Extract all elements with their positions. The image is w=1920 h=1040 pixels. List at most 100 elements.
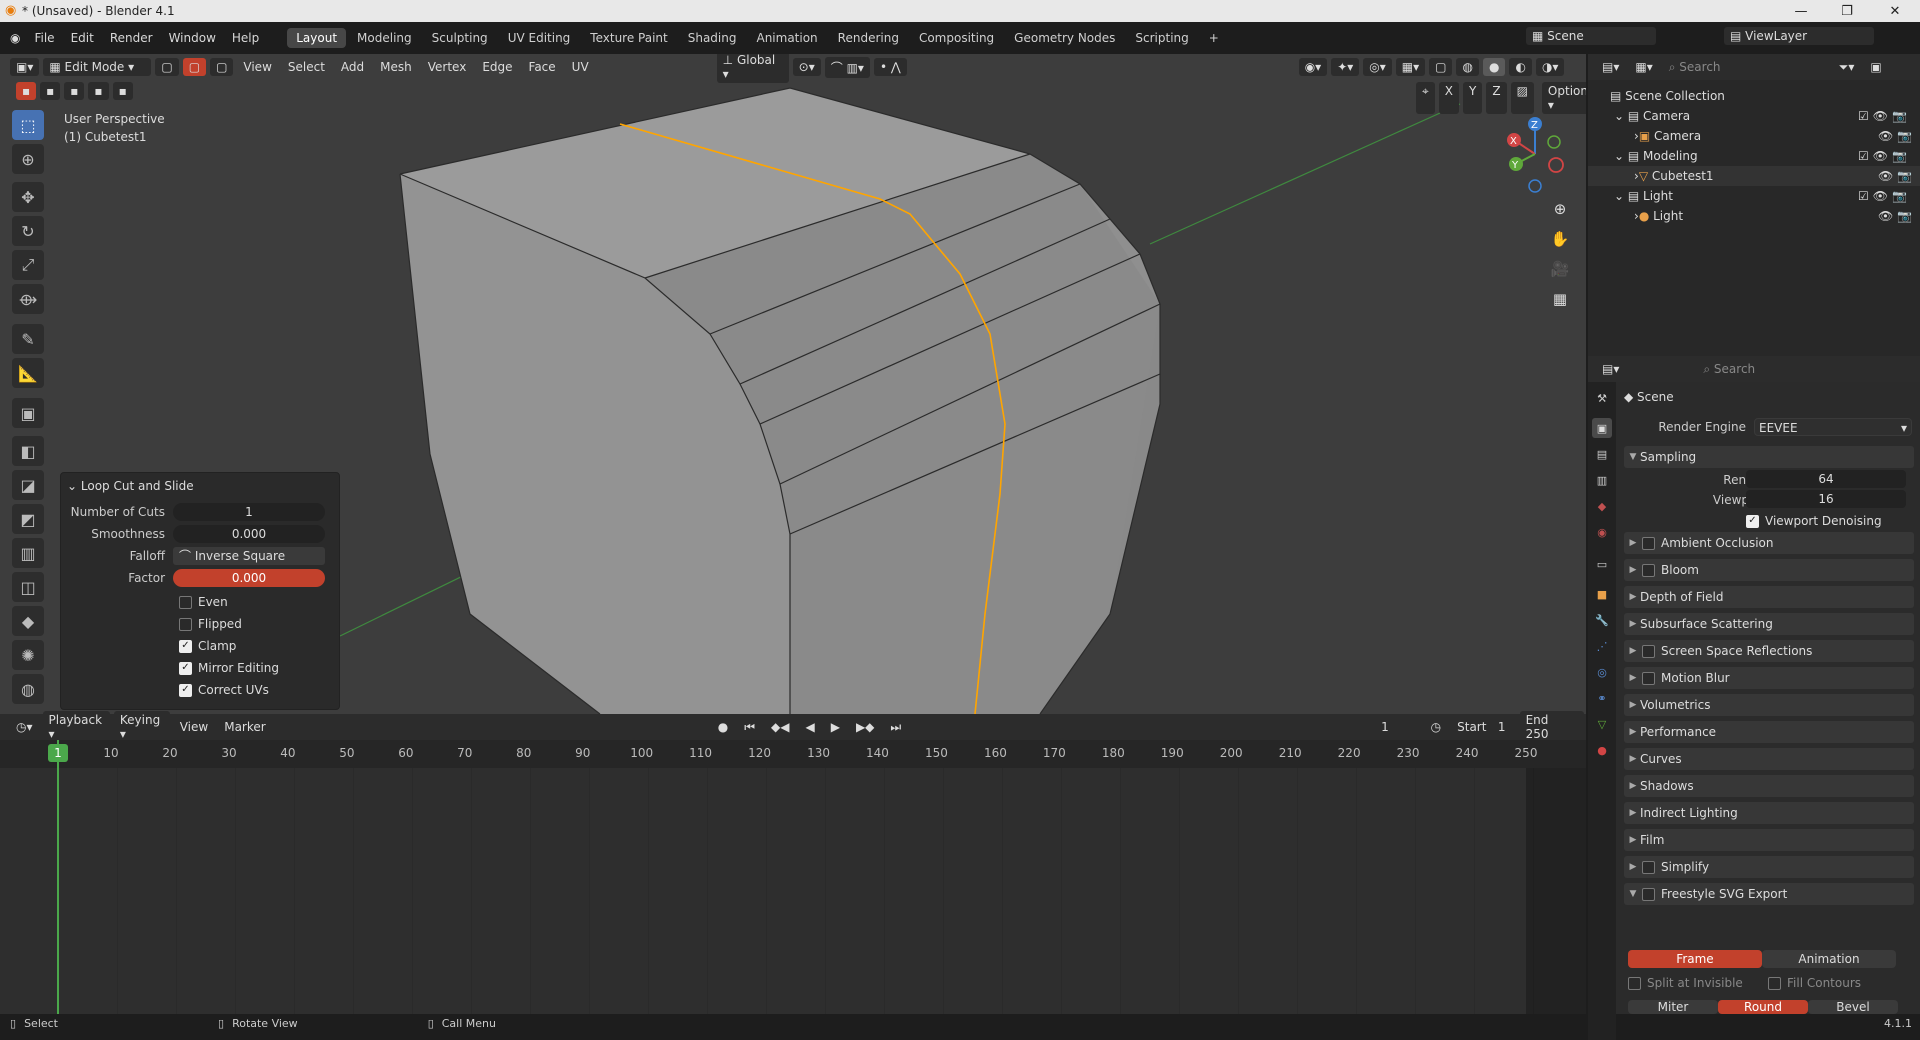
smoothness-field[interactable]: 0.000 — [173, 525, 325, 543]
select-intersect-icon[interactable]: ▪ — [112, 82, 133, 100]
snap-icon[interactable]: ⌒ ▥▾ — [824, 56, 870, 78]
output-tab-icon[interactable]: ▤ — [1592, 444, 1612, 464]
rotate-tool-icon[interactable]: ↻ — [12, 216, 44, 246]
cursor-tool-icon[interactable]: ⊕ — [12, 144, 44, 174]
orientation-selector[interactable]: ⊥ Global ▾ — [716, 54, 789, 83]
mirror-x-toggle[interactable]: X — [1438, 82, 1459, 114]
scene-selector[interactable]: ▦ Scene — [1526, 27, 1656, 45]
move-tool-icon[interactable]: ✥ — [12, 182, 44, 212]
smooth-tool-icon[interactable]: ◍ — [12, 674, 44, 704]
bevel-tool-icon[interactable]: ◩ — [12, 504, 44, 534]
object-tab-icon[interactable]: ■ — [1592, 584, 1612, 604]
panel-screen-space-reflections[interactable]: ▶ Screen Space Reflections — [1624, 640, 1914, 662]
clamp-check-box[interactable]: ✓ — [179, 639, 192, 653]
panel-enable-checkbox[interactable] — [1642, 536, 1655, 550]
flipped-check-box[interactable] — [179, 617, 192, 631]
editor-type-icon[interactable]: ▣▾ — [10, 58, 40, 76]
outliner-row-cubetest1[interactable]: › ▽ Cubetest1 👁📷 — [1588, 166, 1920, 186]
menu-render[interactable]: Render — [102, 31, 161, 45]
panel-bloom[interactable]: ▶ Bloom — [1624, 559, 1914, 581]
freestyle-frame-button[interactable]: Frame — [1628, 950, 1762, 968]
viewport-denoising-checkbox[interactable]: ✓ Viewport Denoising — [1746, 514, 1882, 528]
scene-tab-icon[interactable]: ◆ — [1592, 496, 1612, 516]
modeling-collection-toggles[interactable]: ☑👁📷 — [1858, 149, 1911, 163]
maximize-icon[interactable]: ❐ — [1824, 0, 1870, 22]
3d-viewport[interactable]: ▣▾ ▦ Edit Mode ▾ ▢ ▢ ▢ View Select Add M… — [0, 54, 1586, 714]
panel-enable-checkbox[interactable] — [1642, 563, 1655, 577]
panel-volumetrics[interactable]: ▶ Volumetrics — [1624, 694, 1914, 716]
tab-rendering[interactable]: Rendering — [829, 28, 908, 48]
menu-window[interactable]: Window — [161, 31, 224, 45]
annotate-tool-icon[interactable]: ✎ — [12, 324, 44, 354]
flipped-checkbox[interactable]: Flipped — [179, 617, 242, 631]
mirror-editing-check-box[interactable]: ✓ — [179, 661, 192, 675]
material-tab-icon[interactable]: ● — [1592, 740, 1612, 760]
timeline-view-menu[interactable]: View — [172, 720, 216, 734]
mirror-icon[interactable]: ⌖ — [1416, 82, 1435, 114]
add-workspace-button[interactable]: + — [1200, 28, 1228, 48]
panel-performance[interactable]: ▶ Performance — [1624, 721, 1914, 743]
spin-tool-icon[interactable]: ✺ — [12, 640, 44, 670]
mesh-overlay-icon[interactable]: ▦▾ — [1395, 58, 1426, 76]
pan-icon[interactable]: ✋ — [1548, 224, 1572, 254]
light-collection-toggles[interactable]: ☑👁📷 — [1858, 189, 1911, 203]
render-tab-icon[interactable]: ▣ — [1592, 418, 1612, 438]
select-invert-icon[interactable]: ▪ — [88, 82, 109, 100]
play-icon[interactable]: ▶ — [824, 718, 846, 736]
panel-enable-checkbox[interactable] — [1642, 887, 1655, 901]
particles-tab-icon[interactable]: ⋰ — [1592, 636, 1612, 656]
sampling-viewport-field[interactable]: 16 — [1746, 490, 1906, 508]
camera-view-icon[interactable]: 🎥 — [1548, 254, 1572, 284]
tab-geometry-nodes[interactable]: Geometry Nodes — [1005, 28, 1124, 48]
ortho-toggle-icon[interactable]: ▦ — [1548, 284, 1572, 314]
panel-shadows[interactable]: ▶ Shadows — [1624, 775, 1914, 797]
fill-contours-check-box[interactable] — [1768, 976, 1781, 990]
options-button[interactable]: Options ▾ — [1541, 82, 1586, 114]
preview-range-icon[interactable]: ◷ — [1424, 718, 1448, 736]
camera-collection-toggles[interactable]: ☑👁📷 — [1858, 109, 1911, 123]
mirror-y-toggle[interactable]: Y — [1463, 82, 1483, 114]
add-cube-tool-icon[interactable]: ▣ — [12, 398, 44, 428]
number-of-cuts-field[interactable]: 1 — [173, 503, 325, 521]
outliner-search-input[interactable]: ⌕ Search — [1662, 57, 1775, 77]
select-box-tool-icon[interactable]: ⬚ — [12, 110, 44, 140]
playhead[interactable] — [57, 740, 59, 1014]
tab-scripting[interactable]: Scripting — [1126, 28, 1197, 48]
outliner-row-light-collection[interactable]: ⌄ ▤ Light ☑👁📷 — [1588, 186, 1920, 206]
menu-file[interactable]: File — [26, 31, 62, 45]
menu-mesh[interactable]: Mesh — [372, 60, 420, 74]
loop-cut-tool-icon[interactable]: ▥ — [12, 538, 44, 568]
pivot-icon[interactable]: ⊙▾ — [792, 58, 821, 76]
falloff-dropdown[interactable]: ⌒ Inverse Square — [173, 547, 325, 565]
minimize-icon[interactable]: — — [1778, 0, 1824, 22]
constraints-tab-icon[interactable]: ⚭ — [1592, 688, 1612, 708]
mirror-z-toggle[interactable]: Z — [1486, 82, 1507, 114]
start-frame-field[interactable]: Start 1 — [1451, 718, 1516, 736]
tab-uv-editing[interactable]: UV Editing — [499, 28, 580, 48]
navigation-gizmo[interactable]: Z X Y — [1500, 114, 1570, 194]
tab-compositing[interactable]: Compositing — [910, 28, 1003, 48]
even-check-box[interactable] — [179, 595, 192, 609]
panel-depth-of-field[interactable]: ▶ Depth of Field — [1624, 586, 1914, 608]
redo-panel-title[interactable]: ⌄ Loop Cut and Slide — [67, 479, 194, 493]
menu-uv[interactable]: UV — [564, 60, 597, 74]
factor-field[interactable]: 0.000 — [173, 569, 325, 587]
close-icon[interactable]: ✕ — [1872, 0, 1918, 22]
auto-keying-icon[interactable]: ● — [711, 718, 735, 736]
menu-edit[interactable]: Edit — [63, 31, 102, 45]
menu-view[interactable]: View — [235, 60, 279, 74]
panel-freestyle-svg-export[interactable]: ▼ Freestyle SVG Export — [1624, 883, 1914, 905]
measure-tool-icon[interactable]: 📐 — [12, 358, 44, 388]
panel-curves[interactable]: ▶ Curves — [1624, 748, 1914, 770]
jump-end-icon[interactable]: ⏭ — [884, 717, 908, 737]
tab-modeling[interactable]: Modeling — [348, 28, 421, 48]
new-collection-icon[interactable]: ▣ — [1864, 58, 1888, 76]
view-layer-tab-icon[interactable]: ▥ — [1592, 470, 1612, 490]
freestyle-animation-button[interactable]: Animation — [1762, 950, 1896, 968]
physics-tab-icon[interactable]: ◎ — [1592, 662, 1612, 682]
extrude-tool-icon[interactable]: ◧ — [12, 436, 44, 466]
sampling-render-field[interactable]: 64 — [1746, 470, 1906, 488]
correct-uvs-check-box[interactable]: ✓ — [179, 683, 192, 697]
keying-menu[interactable]: Keying ▾ — [113, 711, 170, 743]
filter-icon[interactable]: ⏷▾ — [1832, 57, 1861, 77]
